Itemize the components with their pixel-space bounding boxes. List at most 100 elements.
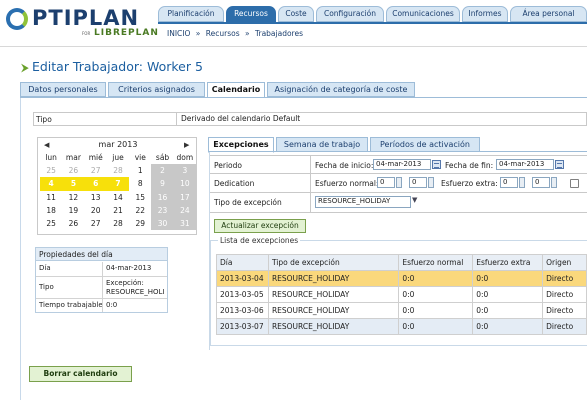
calendar-day[interactable]: 12 [62,191,84,204]
calendar-day-selected[interactable]: 4 [40,177,63,191]
nav-tab-informes[interactable]: Informes [462,6,508,22]
normal-effort-minutes-input[interactable]: 0 [409,177,427,188]
calendar-picker-icon[interactable] [432,160,441,169]
breadcrumb-recursos[interactable]: Recursos [206,29,240,38]
calendar-day[interactable]: 7 [106,177,130,191]
calendar-type-label: Tipo [36,115,52,124]
calendar-day[interactable]: 25 [40,217,62,230]
start-date-input[interactable]: 04-mar-2013 [373,159,431,170]
normal-effort-hours-input[interactable]: 0 [377,177,395,188]
weekday-header: mar [65,153,81,163]
table-row[interactable]: 2013-03-06 RESOURCE_HOLIDAY 0:0 0:0 Dire… [216,302,587,319]
calendar-day[interactable]: 22 [129,204,151,217]
calendar-day[interactable]: 26 [62,217,84,230]
exception-type-select[interactable]: RESOURCE_HOLIDAY [315,196,411,208]
column-header[interactable]: Día [216,254,269,271]
nav-tab-area-personal[interactable]: Área personal [510,6,587,22]
calendar-day[interactable]: 17 [173,190,196,204]
calendar-day[interactable]: 25 [40,164,62,177]
weekday-header: lun [45,153,57,163]
calendar-day[interactable]: 8 [129,177,151,190]
table-cell: 0:0 [472,270,544,287]
chevron-down-icon[interactable]: ▼ [412,196,417,204]
calendar-day[interactable]: 19 [62,204,84,217]
calendar-day[interactable]: 30 [151,216,174,231]
day-property-key: Tiempo trabajable [39,301,103,309]
update-exception-button[interactable]: Actualizar excepción [214,219,306,233]
spinner-icon[interactable] [396,177,402,188]
breadcrumb-trabajadores[interactable]: Trabajadores [255,29,303,38]
weekday-header: jue [112,153,124,163]
calendar-day[interactable]: 24 [173,203,196,217]
table-row[interactable]: 2013-03-04 RESOURCE_HOLIDAY 0:0 0:0 Dire… [216,270,587,287]
next-month-icon[interactable]: ▶ [184,141,189,149]
calendar-day[interactable]: 29 [129,217,151,230]
calendar-day[interactable]: 20 [85,204,107,217]
nav-tab-recursos[interactable]: Recursos [226,6,276,22]
nav-tab-planificacion[interactable]: Planificación [158,6,224,22]
day-property-key: Día [39,264,51,272]
column-header[interactable]: Esfuerzo normal [398,254,474,271]
calendar-day[interactable]: 27 [85,164,107,177]
spinner-icon[interactable] [428,177,434,188]
nav-tab-coste[interactable]: Coste [278,6,314,22]
extra-effort-minutes-input[interactable]: 0 [532,177,550,188]
calendar-day[interactable]: 18 [40,204,62,217]
calendar-day[interactable]: 21 [107,204,129,217]
tab-criterios-asignados[interactable]: Criterios asignados [108,82,205,97]
calendar-day[interactable]: 16 [151,190,174,204]
calendar-day[interactable]: 11 [40,191,62,204]
dedication-cell: Esfuerzo normal: 0 0 Esfuerzo extra: 0 0 [310,174,587,192]
calendar-picker-icon[interactable] [555,160,564,169]
table-cell: 0:0 [472,286,544,303]
table-row[interactable]: 2013-03-05 RESOURCE_HOLIDAY 0:0 0:0 Dire… [216,286,587,303]
dedication-row: Dedication Esfuerzo normal: 0 0 Esfuerzo… [210,174,587,193]
calendar-grid: lun mar mié jue vie sáb dom 25 26 27 28 … [40,151,196,231]
column-header[interactable]: Tipo de excepción [267,254,400,271]
calendar-day[interactable]: 3 [173,164,196,178]
calendar-day[interactable]: 26 [62,164,84,177]
table-row[interactable]: 2013-03-07 RESOURCE_HOLIDAY 0:0 0:0 Dire… [216,318,587,335]
tab-asignacion-categoria-coste[interactable]: Asignación de categoría de coste [267,82,415,97]
extra-effort-label: Esfuerzo extra: [441,179,498,188]
calendar-day[interactable]: 6 [84,177,107,191]
spinner-icon[interactable] [551,177,557,188]
day-properties-title: Propiedades del día [36,248,167,261]
column-header[interactable]: Origen [542,254,587,271]
calendar-type-value: Derivado del calendario Default [176,113,300,125]
table-cell: Directo [542,286,587,303]
unlimited-checkbox[interactable] [570,179,579,188]
nav-underline [158,22,587,24]
calendar-day[interactable]: 28 [107,217,129,230]
calendar-day[interactable]: 13 [85,191,107,204]
nav-tab-comunicaciones[interactable]: Comunicaciones [386,6,460,22]
tab-semana-de-trabajo[interactable]: Semana de trabajo [276,137,368,152]
calendar-day[interactable]: 2 [151,164,174,178]
extra-effort-hours-input[interactable]: 0 [500,177,518,188]
spinner-icon[interactable] [519,177,525,188]
calendar-day[interactable]: 31 [173,216,196,231]
calendar-day[interactable]: 28 [107,164,129,177]
calendar-day[interactable]: 14 [107,191,129,204]
tab-calendario[interactable]: Calendario [207,82,265,98]
delete-calendar-button[interactable]: Borrar calendario [29,366,132,382]
calendar-day[interactable]: 10 [173,177,196,191]
main-tabs: Datos personales Criterios asignados Cal… [20,82,587,98]
app-logo[interactable]: PTIPLAN FOR LIBREPLAN [4,4,158,40]
calendar-day[interactable]: 1 [129,164,151,177]
page-title: ⮞ Editar Trabajador: Worker 5 [21,59,203,75]
breadcrumb-inicio[interactable]: INICIO [167,29,190,38]
tab-datos-personales[interactable]: Datos personales [20,82,106,97]
tab-periodos-activacion[interactable]: Períodos de activación [370,137,480,152]
calendar-day[interactable]: 9 [151,177,174,191]
calendar-day[interactable]: 5 [62,177,85,191]
period-label: Periodo [214,161,242,170]
end-date-input[interactable]: 04-mar-2013 [496,159,554,170]
nav-tab-configuracion[interactable]: Configuración [316,6,384,22]
calendar-day[interactable]: 15 [129,191,151,204]
calendar-day[interactable]: 27 [85,217,107,230]
header-divider [0,46,587,47]
calendar-day[interactable]: 23 [151,203,174,217]
day-property-row: Día 04-mar-2013 [36,262,167,277]
column-header[interactable]: Esfuerzo extra [472,254,544,271]
